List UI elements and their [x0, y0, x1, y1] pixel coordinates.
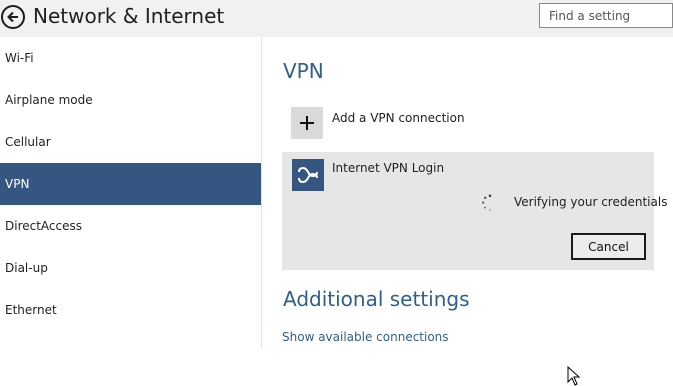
show-available-connections-link[interactable]: Show available connections: [282, 330, 449, 344]
mouse-cursor-icon: [567, 366, 581, 386]
sidebar-item-cellular[interactable]: Cellular: [0, 121, 261, 163]
sidebar-item-ethernet[interactable]: Ethernet: [0, 289, 261, 331]
vpn-heading: VPN: [283, 59, 324, 83]
main-content: VPN Add a VPN connection Internet VPN Lo…: [262, 37, 673, 386]
connection-status: Verifying your credentials: [514, 195, 668, 209]
search-input[interactable]: [540, 4, 672, 27]
loading-spinner-icon: [481, 194, 499, 212]
add-vpn-connection-label: Add a VPN connection: [332, 111, 465, 125]
vpn-connection-item[interactable]: Internet VPN Login Verifying your creden…: [282, 152, 667, 386]
back-arrow-icon[interactable]: [1, 5, 25, 29]
vpn-link-icon: [292, 159, 324, 191]
header-bar: Network & Internet: [0, 0, 673, 37]
page-title: Network & Internet: [33, 4, 225, 28]
search-box[interactable]: [539, 3, 673, 28]
plus-icon: [291, 107, 323, 139]
vpn-connection-name: Internet VPN Login: [332, 161, 445, 175]
add-vpn-connection-button[interactable]: Add a VPN connection: [291, 107, 651, 143]
additional-settings-heading: Additional settings: [283, 287, 470, 311]
cancel-button[interactable]: Cancel: [571, 233, 646, 260]
sidebar-item-dial-up[interactable]: Dial-up: [0, 247, 261, 289]
sidebar-item-airplane-mode[interactable]: Airplane mode: [0, 79, 261, 121]
sidebar: Wi-Fi Airplane mode Cellular VPN DirectA…: [0, 37, 262, 348]
sidebar-item-vpn[interactable]: VPN: [0, 163, 261, 205]
sidebar-item-directaccess[interactable]: DirectAccess: [0, 205, 261, 247]
sidebar-item-wifi[interactable]: Wi-Fi: [0, 37, 261, 79]
